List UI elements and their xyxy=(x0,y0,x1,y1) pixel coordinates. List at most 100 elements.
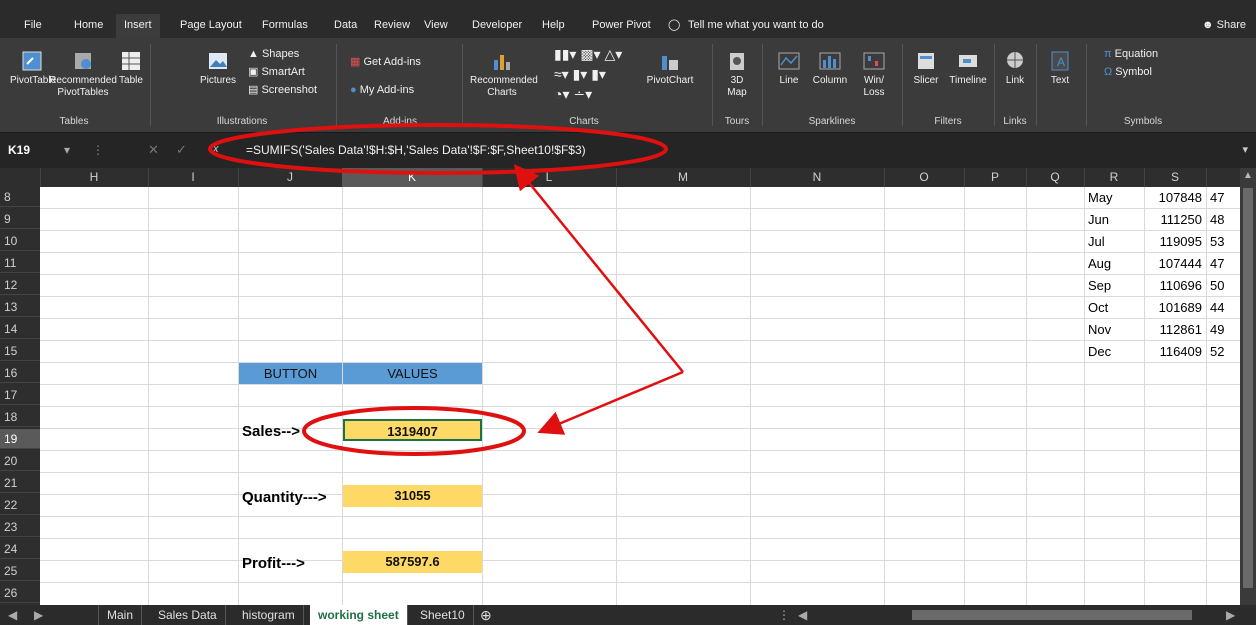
sheet-tab-histogram[interactable]: histogram xyxy=(234,605,304,625)
name-box[interactable]: K19 ▾ xyxy=(8,143,128,157)
row-header[interactable]: 24 xyxy=(0,539,40,559)
sales-label-cell[interactable]: Sales--> xyxy=(242,423,300,440)
value-cell[interactable]: 101689 xyxy=(1146,300,1202,315)
sparkline-column-button[interactable]: Column xyxy=(808,50,852,87)
row-header[interactable]: 9 xyxy=(0,209,40,229)
value-cell[interactable]: 47 xyxy=(1210,190,1224,205)
scroll-up-icon[interactable]: ▲ xyxy=(1243,170,1253,181)
value-cell[interactable]: 53 xyxy=(1210,234,1224,249)
tab-developer[interactable]: Developer xyxy=(472,14,522,36)
value-cell[interactable]: 50 xyxy=(1210,278,1224,293)
value-cell[interactable]: 107848 xyxy=(1146,190,1202,205)
value-cell[interactable]: 116409 xyxy=(1146,344,1202,359)
symbol-button[interactable]: Ω Symbol xyxy=(1104,64,1152,80)
values-header-cell[interactable]: VALUES xyxy=(343,363,482,384)
formula-input[interactable]: =SUMIFS('Sales Data'!$H:$H,'Sales Data'!… xyxy=(246,143,586,157)
tab-home[interactable]: Home xyxy=(74,14,103,36)
slicer-button[interactable]: Slicer xyxy=(906,50,946,87)
row-header[interactable]: 25 xyxy=(0,561,40,581)
row-header[interactable]: 26 xyxy=(0,583,40,603)
row-header[interactable]: 18 xyxy=(0,407,40,427)
hscroll-right-icon[interactable]: ▶ xyxy=(1218,605,1243,625)
tab-review[interactable]: Review xyxy=(374,14,410,36)
get-addins-button[interactable]: ▦ Get Add-ins xyxy=(350,54,421,70)
quantity-value-cell[interactable]: 31055 xyxy=(343,485,482,507)
function-icon[interactable]: fx xyxy=(210,143,219,155)
scroll-thumb[interactable] xyxy=(1243,188,1253,588)
tab-data[interactable]: Data xyxy=(334,14,357,36)
column-header-r[interactable]: R xyxy=(1084,168,1145,187)
recommended-charts-button[interactable]: Recommended Charts xyxy=(470,50,538,99)
scroll-right-icon[interactable]: ▶ xyxy=(26,605,51,625)
profit-label-cell[interactable]: Profit---> xyxy=(242,555,305,572)
tab-page-layout[interactable]: Page Layout xyxy=(180,14,242,36)
pivotchart-button[interactable]: PivotChart xyxy=(640,50,700,87)
row-header[interactable]: 21 xyxy=(0,473,40,493)
tell-me-search[interactable]: Tell me what you want to do xyxy=(688,14,824,36)
column-header-n[interactable]: N xyxy=(750,168,885,187)
column-header-t[interactable] xyxy=(1206,168,1241,187)
cancel-icon[interactable]: ✕ xyxy=(148,142,159,158)
profit-value-cell[interactable]: 587597.6 xyxy=(343,551,482,573)
row-header-selected[interactable]: 19 xyxy=(0,429,40,449)
expand-formula-icon[interactable]: ▾ xyxy=(1242,143,1248,156)
value-cell[interactable]: 107444 xyxy=(1146,256,1202,271)
button-header-cell[interactable]: BUTTON xyxy=(239,363,342,384)
equation-button[interactable]: π Equation xyxy=(1104,46,1158,62)
row-header[interactable]: 22 xyxy=(0,495,40,515)
sparkline-winloss-button[interactable]: Win/ Loss xyxy=(856,50,892,99)
column-header-i[interactable]: I xyxy=(148,168,239,187)
month-cell[interactable]: May xyxy=(1088,190,1113,205)
column-header-l[interactable]: L xyxy=(482,168,617,187)
month-cell[interactable]: Nov xyxy=(1088,322,1111,337)
quantity-label-cell[interactable]: Quantity---> xyxy=(242,489,327,506)
value-cell[interactable]: 48 xyxy=(1210,212,1224,227)
timeline-button[interactable]: Timeline xyxy=(946,50,990,87)
row-header[interactable]: 17 xyxy=(0,385,40,405)
row-header[interactable]: 12 xyxy=(0,275,40,295)
smartart-button[interactable]: ▣ SmartArt xyxy=(248,64,305,80)
tab-power-pivot[interactable]: Power Pivot xyxy=(592,14,651,36)
vertical-scrollbar[interactable]: ▲ xyxy=(1240,168,1256,605)
chart-types-icon-2[interactable]: ≈▾ ▮▾ ▮▾ xyxy=(554,66,606,82)
pictures-button[interactable]: Pictures xyxy=(198,50,238,87)
value-cell[interactable]: 111250 xyxy=(1146,212,1202,227)
tab-view[interactable]: View xyxy=(424,14,448,36)
sheet-tab-sales-data[interactable]: Sales Data xyxy=(150,605,226,625)
column-header-o[interactable]: O xyxy=(884,168,965,187)
value-cell[interactable]: 110696 xyxy=(1146,278,1202,293)
enter-icon[interactable]: ✓ xyxy=(176,142,187,158)
value-cell[interactable]: 52 xyxy=(1210,344,1224,359)
sheet-tab-sheet10[interactable]: Sheet10 xyxy=(412,605,474,625)
tab-file[interactable]: File xyxy=(24,14,42,36)
sheet-tab-main[interactable]: Main xyxy=(98,605,143,625)
month-cell[interactable]: Sep xyxy=(1088,278,1111,293)
column-header-q[interactable]: Q xyxy=(1026,168,1085,187)
value-cell[interactable]: 44 xyxy=(1210,300,1224,315)
month-cell[interactable]: Jul xyxy=(1088,234,1105,249)
month-cell[interactable]: Dec xyxy=(1088,344,1111,359)
scroll-left-icon[interactable]: ◀ xyxy=(0,605,25,625)
select-all-corner[interactable] xyxy=(0,168,41,187)
share-button[interactable]: ☻ Share xyxy=(1202,14,1246,36)
row-header[interactable]: 14 xyxy=(0,319,40,339)
tab-insert[interactable]: Insert xyxy=(116,14,160,38)
link-button[interactable]: Link xyxy=(1000,50,1030,87)
screenshot-button[interactable]: ▤ Screenshot xyxy=(248,82,317,98)
hscroll-left-icon[interactable]: ◀ xyxy=(790,605,815,625)
tab-help[interactable]: Help xyxy=(542,14,565,36)
add-sheet-icon[interactable]: ⊕ xyxy=(472,605,500,625)
row-header[interactable]: 8 xyxy=(0,187,40,207)
value-cell[interactable]: 119095 xyxy=(1146,234,1202,249)
text-button[interactable]: A Text xyxy=(1044,50,1076,87)
column-header-j[interactable]: J xyxy=(238,168,343,187)
tab-formulas[interactable]: Formulas xyxy=(262,14,308,36)
row-header[interactable]: 13 xyxy=(0,297,40,317)
sparkline-line-button[interactable]: Line xyxy=(772,50,806,87)
row-header[interactable]: 11 xyxy=(0,253,40,273)
chevron-down-icon[interactable]: ▾ xyxy=(64,143,70,157)
row-header[interactable]: 20 xyxy=(0,451,40,471)
month-cell[interactable]: Jun xyxy=(1088,212,1109,227)
my-addins-button[interactable]: ● My Add-ins xyxy=(350,82,414,98)
column-header-s[interactable]: S xyxy=(1144,168,1207,187)
